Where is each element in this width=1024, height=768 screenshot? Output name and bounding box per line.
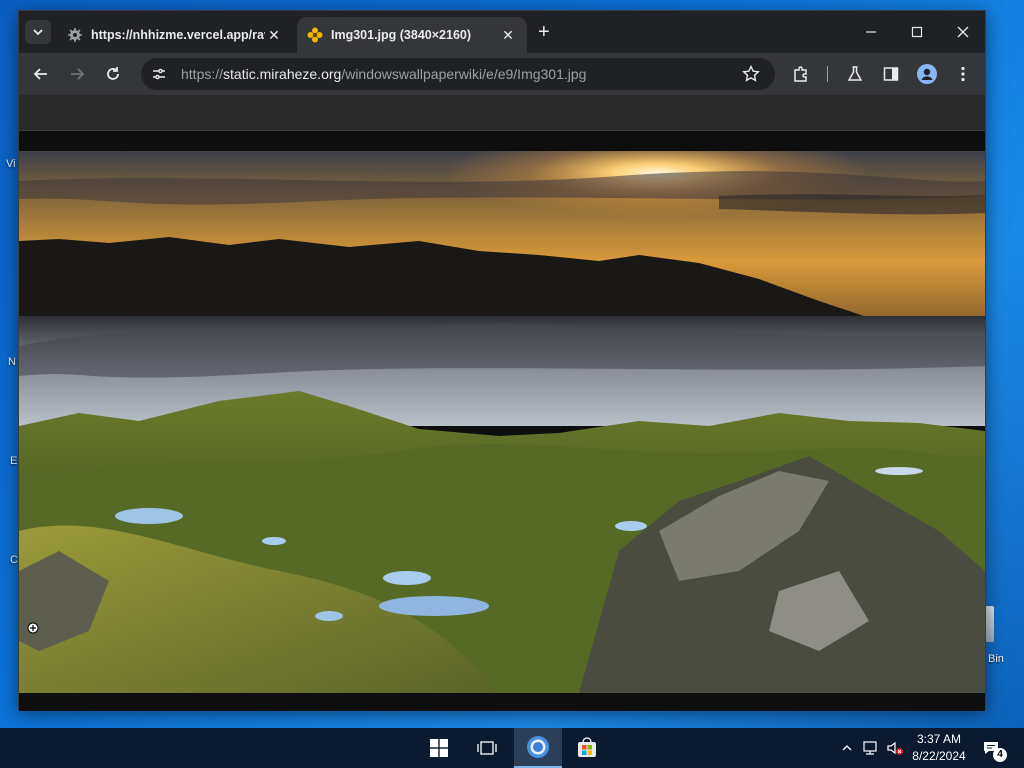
back-button[interactable]: [29, 62, 53, 86]
taskbar: 3:37 AM 8/22/2024 4: [0, 728, 1024, 768]
profile-button[interactable]: [917, 64, 937, 84]
side-panel-button[interactable]: [881, 64, 901, 84]
content-header-strip: [19, 95, 985, 131]
tab-strip: https://nhhizme.vercel.app/rav ✕ Img301.…: [19, 11, 985, 53]
flask-icon: [847, 66, 863, 81]
clock-date: 8/22/2024: [912, 749, 966, 763]
arrow-right-icon: [71, 68, 85, 80]
url-text[interactable]: https://static.miraheze.org/windowswallp…: [181, 66, 586, 82]
desktop-icon-label[interactable]: C: [10, 554, 18, 566]
chrome-icon: [527, 736, 549, 758]
menu-button[interactable]: [953, 64, 973, 84]
close-icon: [957, 26, 969, 38]
flower-icon: [307, 27, 323, 43]
task-view-button[interactable]: [463, 728, 511, 768]
reload-button[interactable]: [101, 62, 125, 86]
tab-title: https://nhhizme.vercel.app/rav: [91, 28, 265, 42]
store-taskbar-button[interactable]: [563, 728, 611, 768]
bookmark-button[interactable]: [741, 64, 761, 84]
desktop-icon-label[interactable]: Vi: [6, 158, 16, 170]
image-viewer: [19, 131, 985, 711]
close-tab-icon[interactable]: ✕: [499, 27, 517, 44]
url-host: static.miraheze.org: [223, 66, 342, 82]
gear-icon: [68, 28, 82, 42]
extensions-button[interactable]: [791, 64, 811, 84]
close-window-button[interactable]: [940, 19, 986, 45]
desktop-icon-label[interactable]: E: [10, 455, 17, 467]
network-button[interactable]: [862, 739, 880, 757]
star-icon: [742, 65, 760, 82]
chevron-up-icon: [842, 745, 852, 751]
minimize-button[interactable]: [848, 19, 894, 45]
desktop-icon-label[interactable]: N: [8, 356, 16, 368]
clock-time: 3:37 AM: [916, 732, 962, 746]
browser-window: https://nhhizme.vercel.app/rav ✕ Img301.…: [18, 10, 986, 711]
volume-button[interactable]: [886, 739, 904, 757]
close-tab-icon[interactable]: ✕: [265, 27, 283, 44]
network-icon: [863, 741, 877, 755]
side-panel-icon: [883, 67, 899, 81]
store-icon: [578, 737, 596, 757]
site-info-button[interactable]: [145, 60, 173, 88]
landscape-photo: [19, 151, 985, 693]
chevron-down-icon: [33, 29, 43, 36]
reload-icon: [107, 67, 119, 80]
task-view-icon: [477, 741, 497, 755]
maximize-icon: [911, 26, 923, 38]
wallpaper-image[interactable]: [19, 151, 985, 693]
minimize-icon: [866, 31, 876, 33]
new-tab-button[interactable]: +: [538, 21, 550, 44]
tab-nhhizme[interactable]: https://nhhizme.vercel.app/rav ✕: [57, 17, 293, 53]
tune-icon: [153, 68, 165, 80]
maximize-button[interactable]: [894, 19, 940, 45]
url-path: /windowswallpaperwiki/e/e9/Img301.jpg: [341, 66, 587, 82]
arrow-left-icon: [33, 68, 47, 80]
more-vert-icon: [961, 66, 965, 82]
notification-count-badge: 4: [993, 748, 1007, 762]
windows-start-icon: [430, 739, 448, 757]
start-button[interactable]: [415, 728, 463, 768]
forward-button[interactable]: [65, 62, 89, 86]
tab-title: Img301.jpg (3840×2160): [331, 28, 472, 42]
browser-toolbar: https://static.miraheze.org/windowswallp…: [19, 53, 985, 95]
tab-search-button[interactable]: [25, 20, 51, 44]
labs-button[interactable]: [845, 64, 865, 84]
volume-muted-icon: [887, 741, 903, 755]
url-scheme: https://: [181, 66, 224, 82]
recycle-bin-label[interactable]: Bin: [988, 653, 1004, 665]
puzzle-icon: [794, 66, 807, 82]
tab-img301[interactable]: Img301.jpg (3840×2160) ✕: [297, 17, 527, 53]
toolbar-divider: [827, 66, 828, 82]
show-hidden-icons-button[interactable]: [838, 739, 856, 757]
cursor-icon: [27, 622, 39, 634]
system-clock[interactable]: 3:37 AM 8/22/2024: [906, 731, 972, 765]
address-bar[interactable]: https://static.miraheze.org/windowswallp…: [141, 58, 775, 90]
avatar-icon: [917, 64, 937, 84]
chrome-taskbar-button[interactable]: [514, 728, 562, 768]
